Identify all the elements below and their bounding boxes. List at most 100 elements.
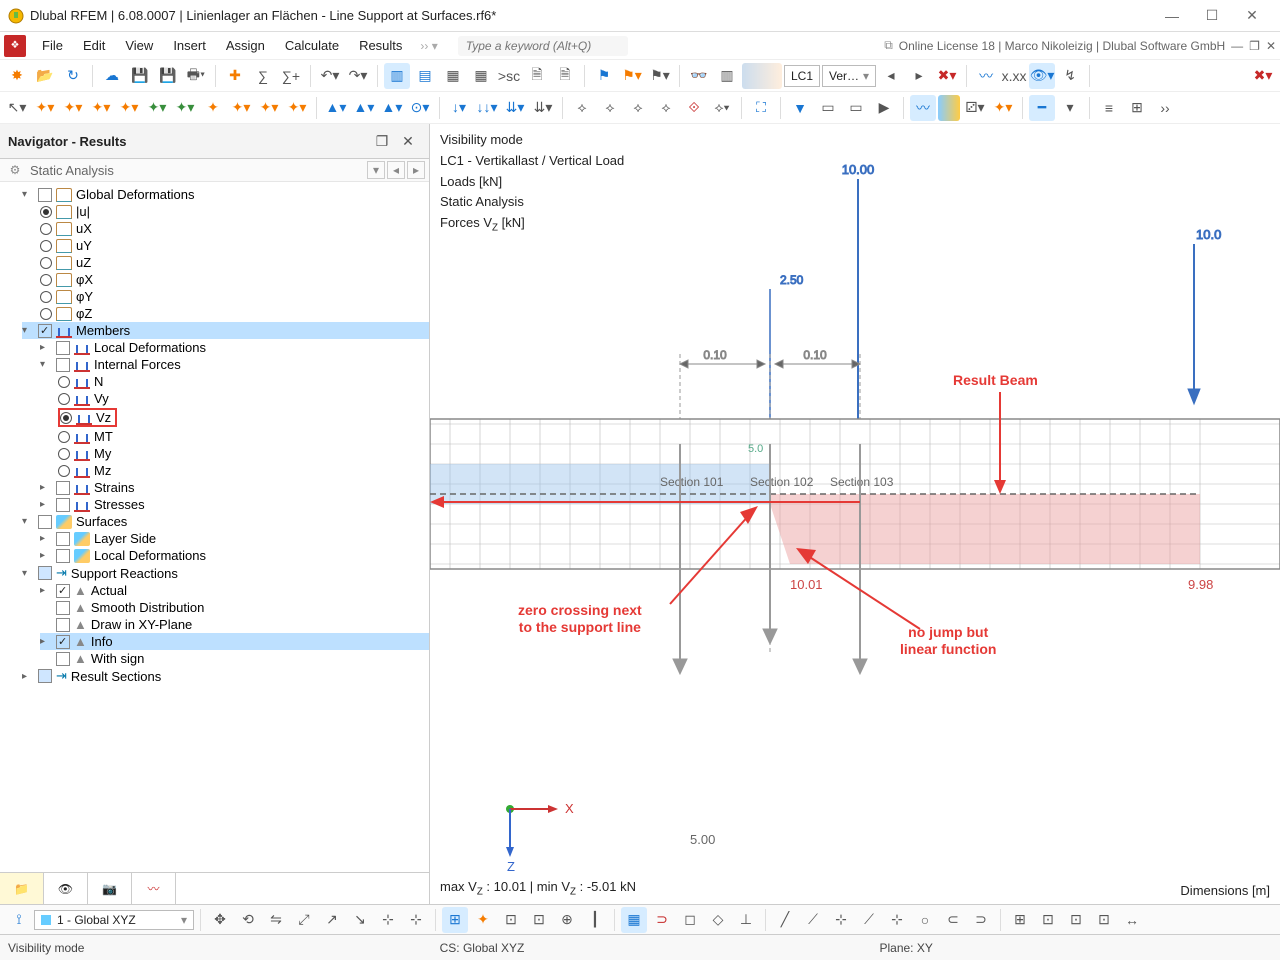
nav-tab-views[interactable]: 📷 bbox=[88, 873, 132, 904]
bt-g3-icon[interactable]: ⊡ bbox=[1063, 907, 1089, 933]
menu-insert[interactable]: Insert bbox=[163, 34, 216, 57]
load-free-icon[interactable]: ⇊▾ bbox=[530, 95, 556, 121]
proj-more-icon[interactable]: ⟡▾ bbox=[709, 95, 735, 121]
analysis-prev-icon[interactable]: ◂ bbox=[387, 161, 405, 179]
flag1-icon[interactable]: ⚑ bbox=[591, 63, 617, 89]
bt-perp-icon[interactable]: ⊥ bbox=[733, 907, 759, 933]
star-line-icon[interactable]: ✦▾ bbox=[60, 95, 86, 121]
flag2-icon[interactable]: ⚑▾ bbox=[619, 63, 645, 89]
proj-persp-icon[interactable]: ⟐ bbox=[681, 95, 707, 121]
tree-mz[interactable]: Mz bbox=[58, 462, 429, 479]
tree-info[interactable]: ▸▲Info bbox=[40, 633, 429, 650]
script-icon[interactable]: >sc bbox=[496, 63, 522, 89]
tree-layer-side[interactable]: ▸Layer Side bbox=[40, 530, 429, 547]
menu-assign[interactable]: Assign bbox=[216, 34, 275, 57]
star-more-icon[interactable]: ✦▾ bbox=[284, 95, 310, 121]
inner-minimize-icon[interactable]: — bbox=[1231, 39, 1243, 53]
bt-mid-icon[interactable]: ◇ bbox=[705, 907, 731, 933]
bt-l1-icon[interactable]: ╱ bbox=[772, 907, 798, 933]
bt-g4-icon[interactable]: ⊡ bbox=[1091, 907, 1117, 933]
refresh-icon[interactable]: ↻ bbox=[60, 63, 86, 89]
tree-phiz[interactable]: φZ bbox=[40, 305, 429, 322]
filter-icon[interactable]: ▼ bbox=[787, 95, 813, 121]
render1-icon[interactable]: 〰 bbox=[910, 95, 936, 121]
bt-l7-icon[interactable]: ⊂ bbox=[940, 907, 966, 933]
undo-icon[interactable]: ↶▾ bbox=[317, 63, 343, 89]
bt-rotate-icon[interactable]: ⟲ bbox=[235, 907, 261, 933]
doc-icon[interactable]: 🗎 bbox=[524, 63, 550, 89]
menu-results[interactable]: Results bbox=[349, 34, 412, 57]
render3-icon[interactable]: ✦▾ bbox=[990, 95, 1016, 121]
bt-div2-icon[interactable]: ⊹ bbox=[403, 907, 429, 933]
proj-xz-icon[interactable]: ⟡ bbox=[625, 95, 651, 121]
panel-right-icon[interactable]: ▤ bbox=[412, 63, 438, 89]
gear-icon[interactable]: ⚙ bbox=[4, 163, 26, 177]
bt-snap2-icon[interactable]: ⊡ bbox=[498, 907, 524, 933]
bt-l5-icon[interactable]: ⊹ bbox=[884, 907, 910, 933]
save-all-icon[interactable]: 💾 bbox=[155, 63, 181, 89]
bt-osnap-icon[interactable]: ▦ bbox=[621, 907, 647, 933]
view-mode-icon[interactable]: 👓 bbox=[686, 63, 712, 89]
results-eye-icon[interactable]: 👁▾ bbox=[1029, 63, 1055, 89]
star-lcase-icon[interactable]: ✦▾ bbox=[228, 95, 254, 121]
nav-tab-display[interactable]: 👁 bbox=[44, 873, 88, 904]
bt-g2-icon[interactable]: ⊡ bbox=[1035, 907, 1061, 933]
tree-uz[interactable]: uZ bbox=[40, 254, 429, 271]
tree-support-reactions[interactable]: ▾⇥Support Reactions bbox=[22, 564, 429, 582]
copy-calc-icon[interactable]: ∑+ bbox=[278, 63, 304, 89]
tree-vz[interactable]: Vz bbox=[58, 407, 429, 428]
bt-guide-icon[interactable]: ┃ bbox=[582, 907, 608, 933]
tree-surfaces[interactable]: ▾Surfaces bbox=[22, 513, 429, 530]
panel-toggle-icon[interactable]: ⧉ bbox=[884, 38, 893, 53]
cloud-icon[interactable]: ☁ bbox=[99, 63, 125, 89]
load-line-icon[interactable]: ↓↓▾ bbox=[474, 95, 500, 121]
more-icon[interactable]: ▾ bbox=[1057, 95, 1083, 121]
star-comb-icon[interactable]: ✦▾ bbox=[256, 95, 282, 121]
app-logo-icon[interactable]: ❖ bbox=[4, 35, 26, 57]
tree-sign[interactable]: ▲With sign bbox=[40, 650, 429, 667]
analysis-next-icon[interactable]: ▸ bbox=[407, 161, 425, 179]
members-display-icon[interactable]: ≡ bbox=[1096, 95, 1122, 121]
print-icon[interactable]: 🖶▾ bbox=[183, 63, 209, 89]
bt-magnet-icon[interactable]: ⊃ bbox=[649, 907, 675, 933]
tree-global-deformations[interactable]: ▾Global Deformations bbox=[22, 186, 429, 203]
model-viewport[interactable]: Visibility mode LC1 - Vertikallast / Ver… bbox=[430, 124, 1280, 904]
play-icon[interactable]: ▶ bbox=[871, 95, 897, 121]
keyword-search-input[interactable] bbox=[458, 36, 628, 56]
loadcase-desc[interactable]: Ver…▾ bbox=[822, 65, 876, 87]
results-values-icon[interactable]: x.xx bbox=[1001, 63, 1027, 89]
tree-local-deformations[interactable]: ▸Local Deformations bbox=[40, 339, 429, 356]
tree-my[interactable]: My bbox=[58, 445, 429, 462]
tree-result-sections[interactable]: ▸⇥Result Sections bbox=[22, 667, 429, 685]
lc-next-icon[interactable]: ▸ bbox=[906, 63, 932, 89]
bt-ext1-icon[interactable]: ↗ bbox=[319, 907, 345, 933]
members-grid-icon[interactable]: ⊞ bbox=[1124, 95, 1150, 121]
results-clear-icon[interactable]: ↯ bbox=[1057, 63, 1083, 89]
tree-u[interactable]: |u| bbox=[40, 203, 429, 220]
bt-move-icon[interactable]: ✥ bbox=[207, 907, 233, 933]
flag3-icon[interactable]: ⚑▾ bbox=[647, 63, 673, 89]
bt-g1-icon[interactable]: ⊞ bbox=[1007, 907, 1033, 933]
bt-end-icon[interactable]: ◻ bbox=[677, 907, 703, 933]
star-node-icon[interactable]: ✦▾ bbox=[32, 95, 58, 121]
new-icon[interactable]: ✸ bbox=[4, 63, 30, 89]
coord-system-select[interactable]: 1 - Global XYZ ▾ bbox=[34, 910, 194, 930]
results-diagram-icon[interactable]: 〰 bbox=[973, 63, 999, 89]
tree-members[interactable]: ▾Members bbox=[22, 322, 429, 339]
star-member-icon[interactable]: ✦▾ bbox=[88, 95, 114, 121]
menu-overflow-icon[interactable]: ›› ▾ bbox=[420, 39, 437, 53]
line-style-icon[interactable]: ━ bbox=[1029, 95, 1055, 121]
panel-left-icon[interactable]: ▥ bbox=[384, 63, 410, 89]
tree-uy[interactable]: uY bbox=[40, 237, 429, 254]
proj-xy-icon[interactable]: ⟡ bbox=[597, 95, 623, 121]
navigator-close-icon[interactable]: ✕ bbox=[395, 128, 421, 154]
analysis-dropdown-icon[interactable]: ▾ bbox=[367, 161, 385, 179]
bt-scale-icon[interactable]: ⤢ bbox=[291, 907, 317, 933]
tree-xy[interactable]: ▲Draw in XY-Plane bbox=[40, 616, 429, 633]
doc2-icon[interactable]: 🗎 bbox=[552, 63, 578, 89]
nav-tab-results[interactable]: 〰 bbox=[132, 873, 176, 904]
tree-actual[interactable]: ▸▲Actual bbox=[40, 582, 429, 599]
tree-ux[interactable]: uX bbox=[40, 220, 429, 237]
tree-phix[interactable]: φX bbox=[40, 271, 429, 288]
load-area-icon[interactable]: ⇊▾ bbox=[502, 95, 528, 121]
